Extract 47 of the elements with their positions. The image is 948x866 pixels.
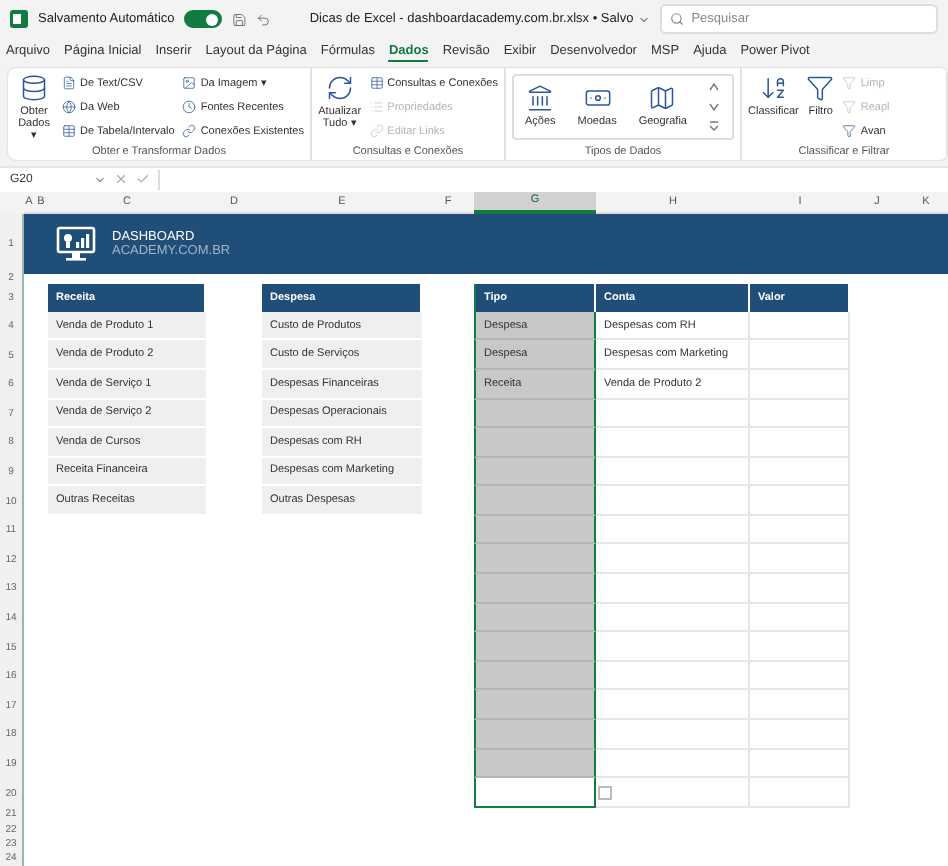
cancel-icon[interactable] xyxy=(114,172,128,187)
clock-icon xyxy=(182,100,197,115)
list-icon xyxy=(369,100,384,115)
link-icon xyxy=(369,124,384,139)
table-cell xyxy=(750,340,850,370)
autosave-toggle[interactable] xyxy=(184,10,223,29)
save-icon[interactable] xyxy=(232,11,247,28)
table-cell xyxy=(750,457,850,487)
table-cell xyxy=(750,486,850,516)
globe-icon xyxy=(62,100,77,115)
table-icon xyxy=(62,124,77,139)
app-icon xyxy=(10,10,28,29)
table-cell xyxy=(750,544,850,575)
chevron-icon xyxy=(637,13,650,26)
filter-icon xyxy=(842,124,857,139)
table-icon xyxy=(369,76,384,91)
table-cell xyxy=(750,574,850,604)
table-cell xyxy=(750,720,850,750)
paste-options-icon[interactable] xyxy=(598,786,612,801)
table-cell xyxy=(750,661,850,691)
document-icon xyxy=(62,76,77,91)
refresh-icon xyxy=(325,73,354,102)
table-cell xyxy=(750,399,850,429)
search-icon xyxy=(669,12,684,27)
table-cell xyxy=(750,603,850,633)
table-cell xyxy=(750,690,850,721)
table-cell xyxy=(750,428,850,458)
table-cell xyxy=(750,749,850,779)
map-icon xyxy=(648,84,677,113)
database-icon xyxy=(20,73,49,102)
sort-icon xyxy=(759,73,788,102)
monitor-chart-icon xyxy=(56,225,96,262)
table-cell xyxy=(750,369,850,399)
image-icon xyxy=(182,76,197,91)
table-cell xyxy=(750,311,850,341)
table-cell xyxy=(750,632,850,662)
link-icon xyxy=(182,124,197,139)
enter-icon[interactable] xyxy=(136,172,150,187)
bank-icon xyxy=(526,84,555,113)
filter-icon xyxy=(842,76,857,91)
filter-icon xyxy=(806,73,835,102)
table-cell xyxy=(750,515,850,545)
chevron-icon xyxy=(94,173,106,186)
gallery-scroll-icon[interactable] xyxy=(708,78,721,135)
undo-icon[interactable] xyxy=(256,11,272,28)
filter-icon xyxy=(842,100,857,115)
table-cell xyxy=(750,778,850,808)
